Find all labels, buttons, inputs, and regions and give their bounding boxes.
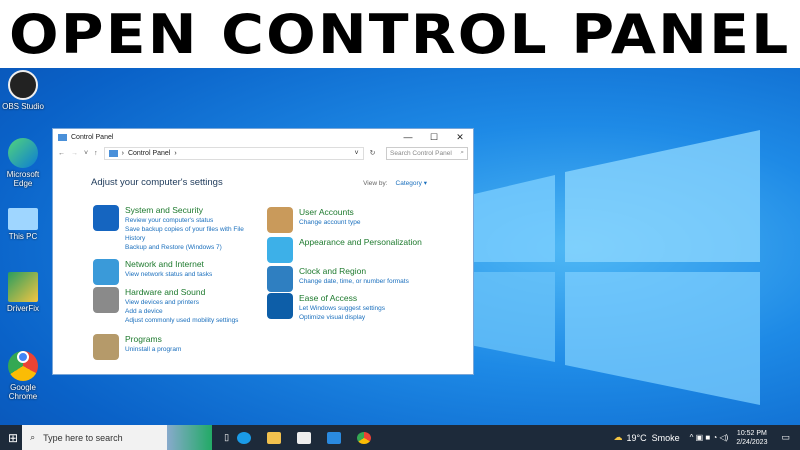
- search-highlight-icon: [167, 425, 213, 450]
- category-icon[interactable]: [267, 293, 293, 319]
- category-link[interactable]: View network status and tasks: [125, 270, 212, 279]
- view-by-dropdown[interactable]: Category ▾: [396, 180, 427, 187]
- control-panel-icon: [108, 149, 118, 157]
- taskbar-search-text: Type here to search: [43, 432, 123, 443]
- close-button[interactable]: ✕: [447, 132, 473, 143]
- category-clock-and-region: Clock and Region Change date, time, or nu…: [267, 266, 409, 292]
- control-panel-window: Control Panel — ☐ ✕ ← → ˅ ↑ › Control Panel › ˅ …: [52, 128, 474, 375]
- category-title[interactable]: System and Security: [125, 205, 250, 215]
- refresh-icon[interactable]: ↻: [370, 149, 376, 157]
- search-placeholder: Search Control Panel: [390, 149, 452, 157]
- title-banner: OPEN CONTROL PANEL: [0, 0, 800, 68]
- category-hardware-and-sound: Hardware and Sound View devices and print…: [93, 287, 238, 325]
- clock[interactable]: 10:52 PM 2/24/2023: [736, 429, 767, 447]
- category-programs: Programs Uninstall a program: [93, 334, 181, 360]
- category-link[interactable]: Adjust commonly used mobility settings: [125, 316, 238, 325]
- category-link[interactable]: Let Windows suggest settings: [299, 304, 385, 313]
- category-ease-of-access: Ease of Access Let Windows suggest settin…: [267, 293, 385, 322]
- category-title[interactable]: Appearance and Personalization: [299, 237, 422, 247]
- search-icon: ⌕: [460, 149, 464, 156]
- label: OBS Studio: [2, 102, 44, 111]
- dropdown-icon[interactable]: ˅: [355, 150, 359, 157]
- desktop-icon-driverfix[interactable]: DriverFix: [0, 272, 46, 313]
- breadcrumb[interactable]: Control Panel: [128, 150, 170, 157]
- forward-arrow-icon[interactable]: →: [71, 150, 78, 157]
- label: This PC: [8, 232, 38, 241]
- category-link[interactable]: Optimize visual display: [299, 313, 385, 322]
- start-button[interactable]: ⊞: [8, 431, 18, 445]
- category-link[interactable]: View devices and printers: [125, 298, 238, 307]
- category-link[interactable]: Save backup copies of your files with Fi…: [125, 225, 250, 243]
- category-appearance-and-personalization: Appearance and Personalization: [267, 237, 422, 263]
- view-by: View by: Category ▾: [363, 179, 427, 187]
- category-link[interactable]: Change date, time, or number formats: [299, 277, 409, 286]
- category-link[interactable]: Review your computer's status: [125, 216, 250, 225]
- desktop-icon-edge[interactable]: Microsoft Edge: [0, 138, 46, 188]
- weather-text[interactable]: 19°C Smoke: [627, 433, 680, 443]
- desktop-icon-this-pc[interactable]: This PC: [0, 208, 46, 241]
- category-icon[interactable]: [93, 334, 119, 360]
- minimize-button[interactable]: —: [395, 132, 421, 143]
- desktop-icon-chrome[interactable]: Google Chrome: [0, 342, 46, 401]
- category-title[interactable]: User Accounts: [299, 207, 360, 217]
- weather-icon: ☁: [613, 432, 623, 442]
- address-bar[interactable]: › Control Panel › ˅: [103, 146, 364, 160]
- maximize-button[interactable]: ☐: [421, 132, 447, 143]
- category-icon[interactable]: [93, 205, 119, 231]
- category-icon[interactable]: [267, 266, 293, 292]
- navigation-bar: ← → ˅ ↑ › Control Panel › ˅ ↻ Search Control P…: [53, 145, 473, 161]
- view-by-label: View by:: [363, 180, 388, 187]
- edge-icon[interactable]: [237, 431, 252, 444]
- category-title[interactable]: Network and Internet: [125, 259, 212, 269]
- page-heading: Adjust your computer's settings: [91, 177, 223, 188]
- category-icon[interactable]: [93, 259, 119, 285]
- category-user-accounts: User Accounts Change account type: [267, 207, 360, 233]
- time: 10:52 PM: [736, 429, 767, 437]
- title-bar: Control Panel — ☐ ✕: [53, 129, 473, 145]
- label: Microsoft Edge: [6, 170, 40, 188]
- label: Google Chrome: [8, 383, 38, 401]
- task-view-icon[interactable]: ▯: [224, 432, 229, 443]
- back-arrow-icon[interactable]: ←: [58, 150, 65, 157]
- category-link[interactable]: Backup and Restore (Windows 7): [125, 243, 250, 252]
- search-input[interactable]: Search Control Panel ⌕: [386, 146, 468, 160]
- category-network-and-internet: Network and Internet View network status …: [93, 259, 212, 285]
- tray-icons[interactable]: ^ ▣ ■ ◔ ◁): [690, 433, 729, 442]
- category-link[interactable]: Uninstall a program: [125, 345, 181, 354]
- category-title[interactable]: Programs: [125, 334, 181, 344]
- category-title[interactable]: Clock and Region: [299, 266, 409, 276]
- taskbar-search[interactable]: ⌕ Type here to search: [22, 425, 213, 450]
- label: DriverFix: [7, 304, 39, 313]
- category-title[interactable]: Hardware and Sound: [125, 287, 238, 297]
- recent-chevron-icon[interactable]: ˅: [84, 150, 88, 157]
- chrome-icon[interactable]: [357, 431, 372, 444]
- mail-icon[interactable]: [327, 431, 342, 444]
- control-panel-icon: [58, 133, 67, 141]
- up-arrow-icon[interactable]: ↑: [94, 150, 98, 157]
- desktop-icon-obs[interactable]: OBS Studio: [0, 70, 46, 111]
- taskbar: ⊞ ⌕ Type here to search ▯ ☁ 19°C Smoke ^ …: [0, 425, 800, 450]
- file-explorer-icon[interactable]: [267, 431, 282, 444]
- notification-icon[interactable]: ▭: [781, 432, 790, 443]
- category-icon[interactable]: [267, 237, 293, 263]
- category-link[interactable]: Change account type: [299, 218, 360, 227]
- store-icon[interactable]: [297, 431, 312, 444]
- window-title: Control Panel: [71, 133, 114, 141]
- category-title[interactable]: Ease of Access: [299, 293, 385, 303]
- category-icon[interactable]: [267, 207, 293, 233]
- category-icon[interactable]: [93, 287, 119, 313]
- banner-title: OPEN CONTROL PANEL: [9, 2, 791, 66]
- search-icon: ⌕: [30, 432, 36, 442]
- date: 2/24/2023: [736, 438, 768, 446]
- category-link[interactable]: Add a device: [125, 307, 238, 316]
- category-system-and-security: System and Security Review your computer'…: [93, 205, 250, 252]
